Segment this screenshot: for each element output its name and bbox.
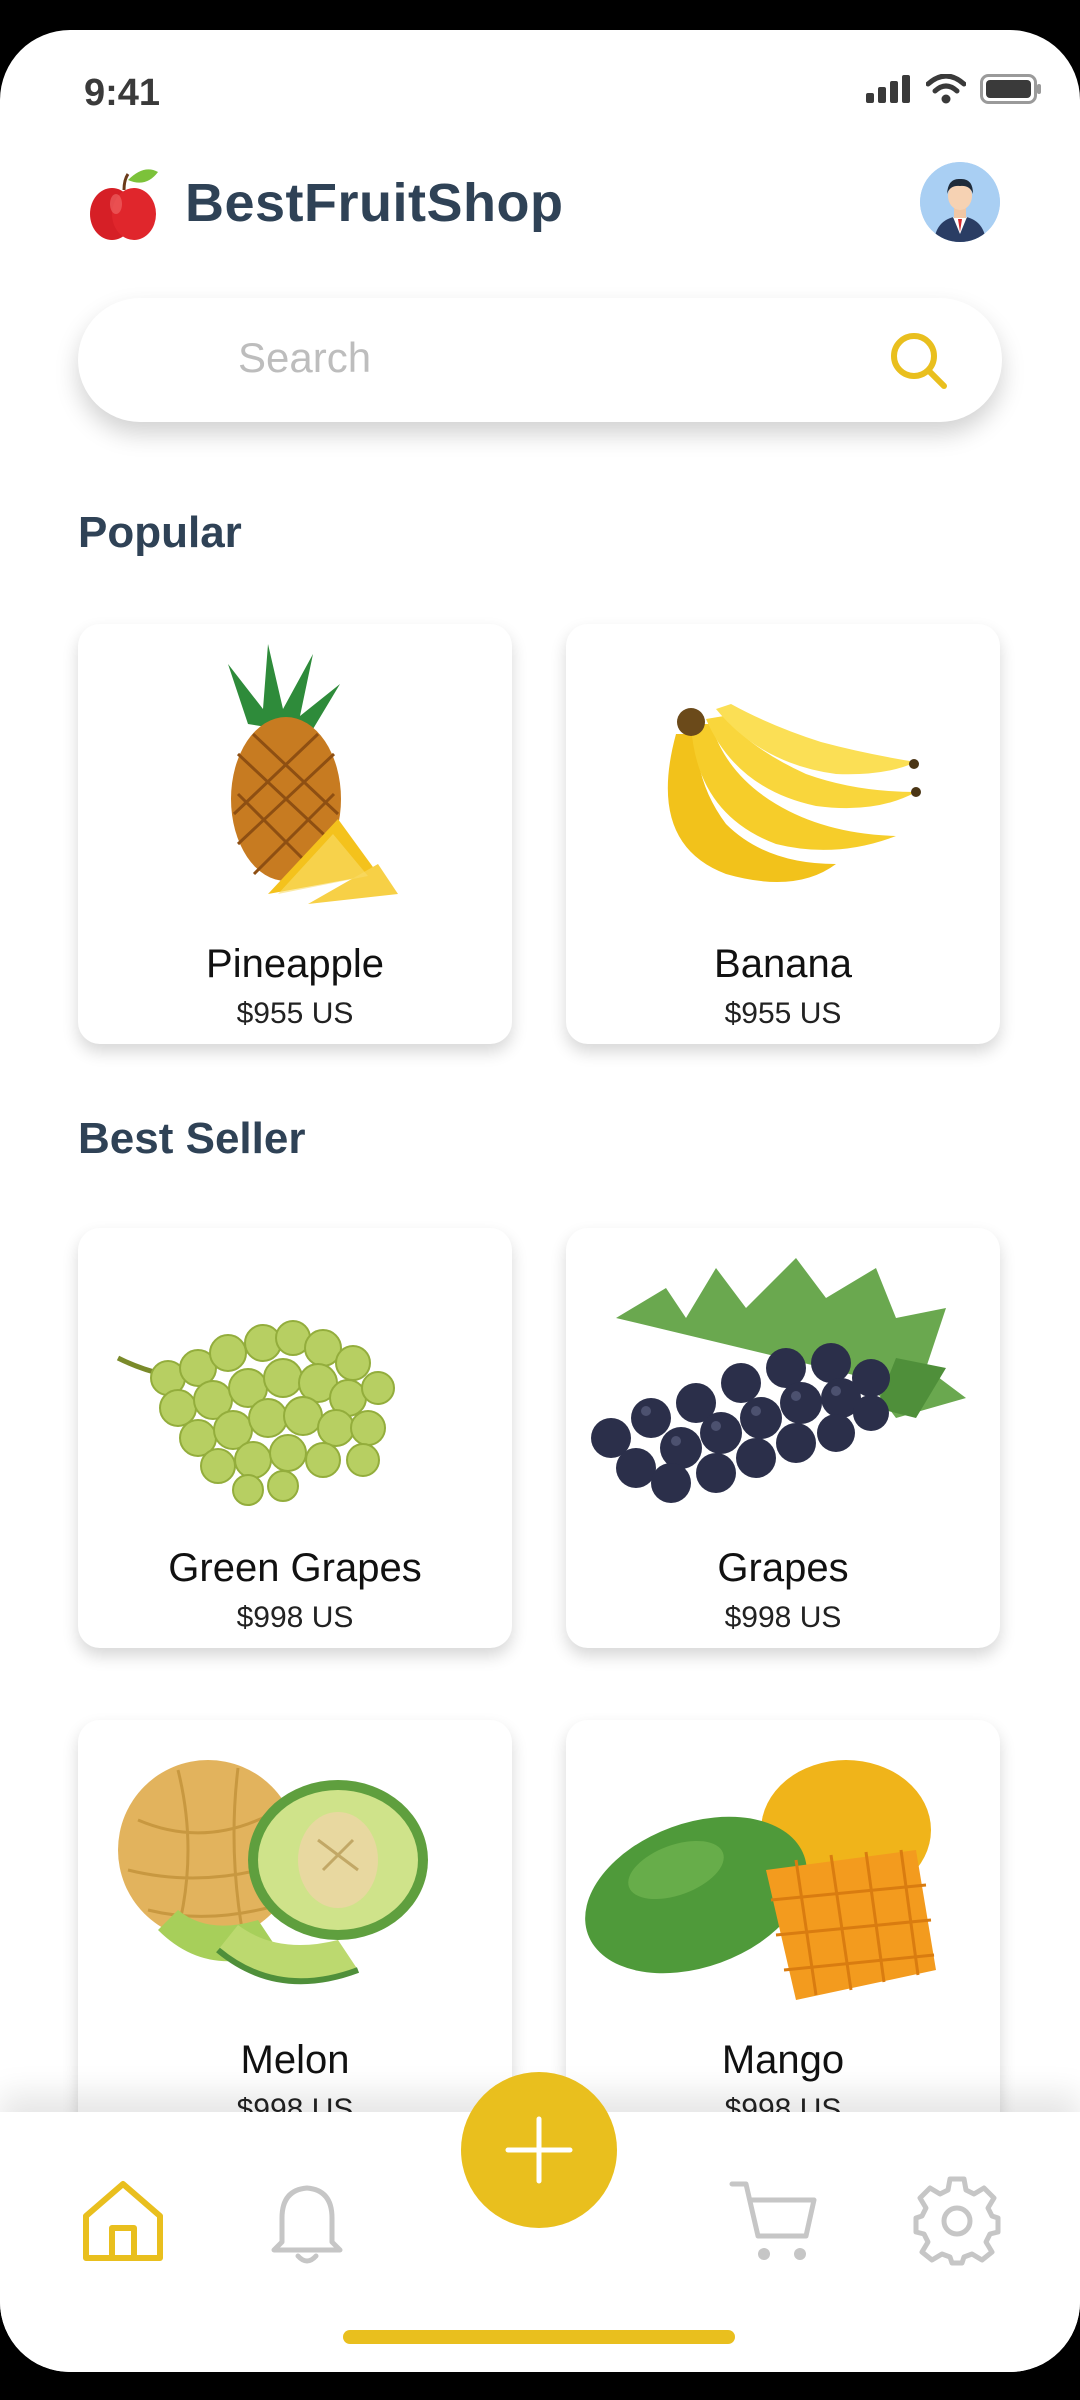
product-name: Grapes	[717, 1546, 849, 1590]
gear-icon[interactable]	[912, 2176, 1002, 2266]
cart-icon[interactable]	[728, 2176, 818, 2266]
status-bar: 9:41	[0, 30, 1080, 150]
product-card-green-grapes[interactable]: Green Grapes $998 US	[78, 1228, 512, 1648]
bottom-nav	[0, 2072, 1080, 2372]
product-card-pineapple[interactable]: Pineapple $955 US	[78, 624, 512, 1044]
product-price: $998 US	[724, 1601, 842, 1634]
product-price: $955 US	[724, 997, 842, 1030]
product-name: Mango	[721, 2038, 845, 2082]
apple-logo-icon	[90, 169, 158, 240]
app-screen: 9:41 BestFruitShop Search Popular Pineap…	[0, 30, 1080, 2372]
search-bar[interactable]: Search	[78, 298, 1002, 422]
section-title-popular: Popular	[78, 508, 242, 557]
app-header: BestFruitShop	[0, 160, 1080, 270]
home-icon[interactable]	[78, 2176, 168, 2266]
avatar[interactable]	[920, 162, 1000, 242]
user-avatar-icon	[920, 162, 1000, 242]
product-price: $998 US	[236, 1601, 354, 1634]
product-name: Green Grapes	[168, 1546, 422, 1590]
search-input[interactable]: Search	[238, 334, 371, 382]
product-name: Melon	[240, 2038, 350, 2082]
pineapple-image	[228, 644, 398, 904]
wifi-icon	[926, 74, 966, 104]
add-button[interactable]	[461, 2072, 617, 2228]
product-price: $955 US	[236, 997, 354, 1030]
search-icon[interactable]	[886, 328, 950, 392]
grapes-image	[591, 1258, 966, 1503]
green-grapes-image	[116, 1320, 395, 1506]
signal-icon	[866, 75, 910, 103]
melon-image	[118, 1760, 428, 1985]
bell-icon[interactable]	[262, 2176, 352, 2266]
banana-image	[667, 704, 921, 882]
status-time: 9:41	[84, 72, 161, 114]
product-card-banana[interactable]: Banana $955 US	[566, 624, 1000, 1044]
battery-icon	[980, 74, 1041, 104]
product-name: Pineapple	[206, 942, 384, 986]
mango-image	[585, 1760, 936, 2000]
home-indicator	[343, 2330, 735, 2344]
brand-name: BestFruitShop	[185, 173, 564, 233]
product-name: Banana	[714, 942, 852, 986]
status-icons	[866, 74, 1042, 104]
section-title-best-seller: Best Seller	[78, 1114, 306, 1163]
add-icon	[505, 2116, 573, 2184]
product-card-grapes[interactable]: Grapes $998 US	[566, 1228, 1000, 1648]
